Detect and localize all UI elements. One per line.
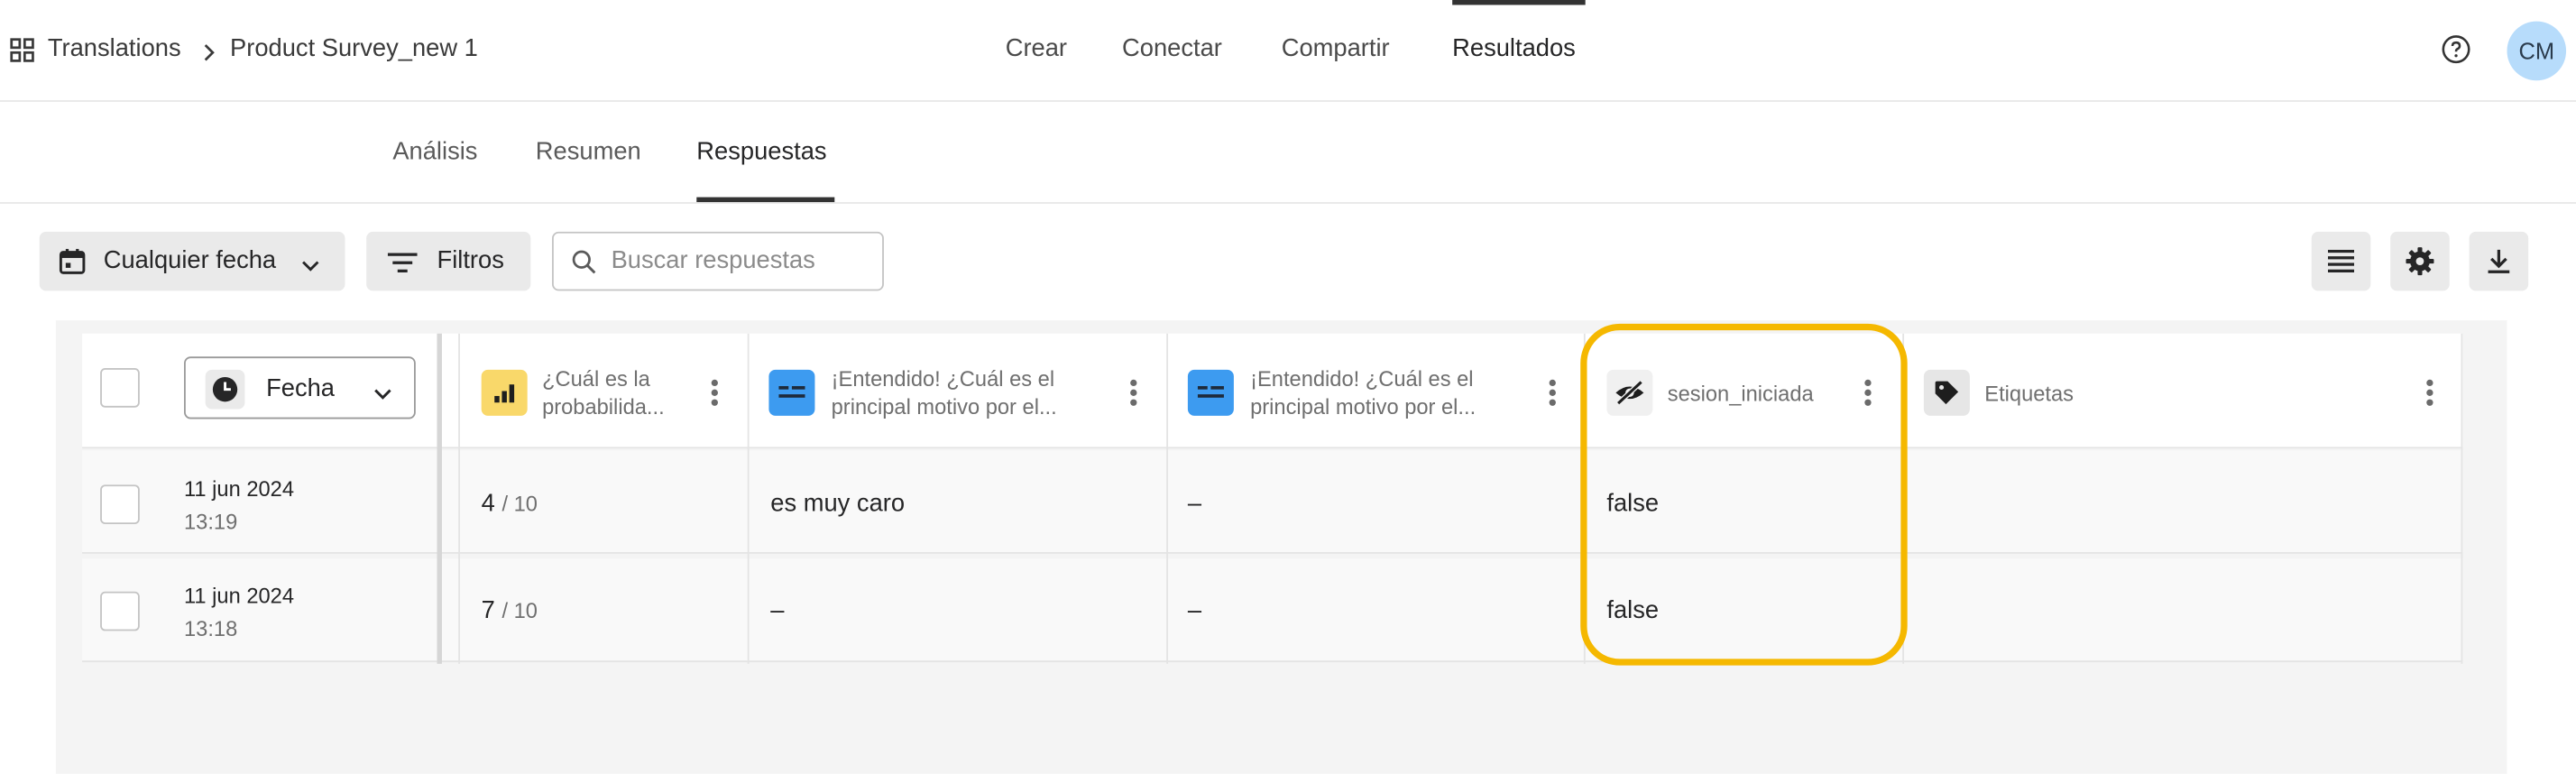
text-field-icon: [1187, 369, 1234, 416]
row-checkbox[interactable]: [100, 484, 140, 525]
breadcrumb-workspace[interactable]: Translations: [48, 34, 181, 62]
tag-icon: [1923, 369, 1970, 416]
app-root: Translations Product Survey_new 1 Crear …: [0, 0, 2576, 774]
column-highlight-outline: [1580, 323, 1908, 666]
row-checkbox[interactable]: [100, 591, 140, 631]
filters-button[interactable]: Filtros: [366, 231, 531, 291]
search-icon: [572, 250, 596, 274]
chevron-down-icon: [373, 382, 392, 400]
list-lines-icon: [2327, 249, 2355, 273]
row-date: 11 jun 2024: [184, 583, 295, 608]
gear-icon: [2406, 246, 2435, 276]
breadcrumb-survey[interactable]: Product Survey_new 1: [230, 34, 478, 62]
column-header-question-3[interactable]: ¡Entendido! ¿Cuál es el principal motivo…: [1250, 364, 1520, 420]
row-answer-2: –: [1187, 596, 1202, 625]
column-divider: [437, 333, 442, 664]
score-value: 7: [481, 596, 495, 625]
select-all-checkbox[interactable]: [100, 368, 140, 408]
subtab-respuestas[interactable]: Respuestas: [696, 138, 826, 166]
score-max: / 10: [501, 491, 538, 516]
row-answer-1: –: [770, 596, 785, 625]
search-input[interactable]: [611, 246, 875, 275]
help-icon[interactable]: [2442, 34, 2471, 64]
download-button[interactable]: [2469, 231, 2529, 291]
active-tab-indicator: [1452, 0, 1586, 5]
score-value: 4: [481, 489, 495, 518]
nav-tab-crear[interactable]: Crear: [1006, 34, 1067, 62]
calendar-icon: [59, 248, 86, 274]
apps-grid-icon[interactable]: [10, 38, 34, 62]
search-box: [552, 231, 884, 291]
row-score: 4 / 10: [482, 490, 538, 518]
row-time: 13:18: [184, 616, 238, 641]
column-header-etiquetas[interactable]: Etiquetas: [1984, 380, 2182, 410]
more-options-icon[interactable]: [1549, 379, 1556, 406]
more-options-icon[interactable]: [1130, 379, 1137, 406]
column-header-rating[interactable]: ¿Cuál es la probabilida...: [542, 364, 686, 420]
row-score: 7 / 10: [482, 596, 538, 624]
settings-button[interactable]: [2390, 231, 2450, 291]
nav-tab-resultados[interactable]: Resultados: [1452, 34, 1576, 62]
date-filter-label: Cualquier fecha: [103, 246, 277, 275]
text-field-icon: [768, 369, 815, 416]
filters-label: Filtros: [437, 246, 504, 275]
date-column-dropdown[interactable]: Fecha: [184, 356, 416, 419]
date-filter-dropdown[interactable]: Cualquier fecha: [39, 231, 345, 291]
download-icon: [2486, 248, 2512, 274]
more-options-icon[interactable]: [2426, 379, 2433, 406]
rating-bars-icon: [481, 369, 528, 416]
row-date: 11 jun 2024: [184, 476, 295, 502]
clock-icon-badge: [205, 369, 245, 410]
date-column-label: Fecha: [266, 374, 336, 403]
active-subtab-indicator: [696, 197, 835, 203]
avatar[interactable]: CM: [2507, 21, 2567, 81]
filter-lines-icon: [387, 252, 418, 272]
row-answer-2: –: [1187, 489, 1202, 518]
score-max: / 10: [501, 598, 538, 623]
chevron-down-icon: [300, 253, 320, 272]
row-time: 13:19: [184, 509, 238, 534]
column-divider: [1166, 333, 1169, 664]
column-header-question-2[interactable]: ¡Entendido! ¿Cuál es el principal motivo…: [832, 364, 1101, 420]
subtab-resumen[interactable]: Resumen: [536, 138, 641, 166]
top-bar: Translations Product Survey_new 1 Crear …: [0, 0, 2576, 102]
row-density-button[interactable]: [2311, 231, 2371, 291]
column-divider: [747, 333, 750, 664]
clock-icon: [212, 377, 238, 402]
nav-tab-conectar[interactable]: Conectar: [1122, 34, 1222, 62]
row-answer-1: es muy caro: [770, 489, 906, 518]
column-divider: [458, 333, 461, 664]
more-options-icon[interactable]: [711, 379, 718, 406]
results-subnav: Análisis Resumen Respuestas: [0, 102, 2576, 204]
column-divider: [2461, 333, 2463, 664]
chevron-right-icon: [200, 41, 216, 61]
subtab-analisis[interactable]: Análisis: [392, 138, 477, 166]
nav-tab-compartir[interactable]: Compartir: [1282, 34, 1390, 62]
